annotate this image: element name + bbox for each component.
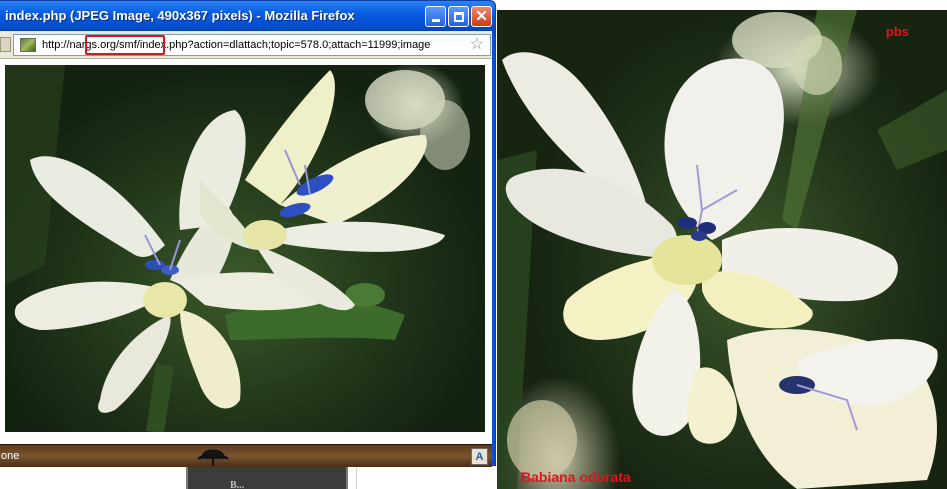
site-favicon-icon[interactable] xyxy=(20,38,36,52)
photo-caption: Babiana odorata xyxy=(521,469,631,485)
underlying-page-strip: B... xyxy=(0,466,497,489)
bookmark-star-icon[interactable]: ☆ xyxy=(470,36,484,54)
address-bar[interactable]: http://nargs.org/smf/index.php?action=dl… xyxy=(13,34,491,56)
flower-closeup-illustration xyxy=(497,10,947,489)
underlying-dark-panel: B... xyxy=(186,466,348,489)
minimize-icon xyxy=(431,19,440,22)
status-bar: one A xyxy=(0,444,492,467)
browser-content xyxy=(0,59,492,444)
navigation-toolbar: http://nargs.org/smf/index.php?action=dl… xyxy=(0,31,492,59)
window-titlebar[interactable]: index.php (JPEG Image, 490x367 pixels) -… xyxy=(0,1,495,31)
window-title: index.php (JPEG Image, 490x367 pixels) -… xyxy=(5,8,355,23)
status-text: one xyxy=(1,450,20,462)
url-annotation-box xyxy=(85,35,165,55)
underlying-partial-text: B... xyxy=(230,480,245,489)
firefox-window: index.php (JPEG Image, 490x367 pixels) -… xyxy=(0,0,496,467)
close-icon: ✕ xyxy=(475,8,488,25)
minimize-button[interactable] xyxy=(425,6,446,27)
flower-photo-closeup: pbs xyxy=(497,10,947,489)
jpeg-image[interactable] xyxy=(5,65,485,432)
underlying-right-panel xyxy=(356,466,497,489)
maximize-icon xyxy=(453,11,464,22)
tree-silhouette-icon xyxy=(197,449,229,466)
toolbar-overflow-button[interactable] xyxy=(0,37,11,52)
flower-image-illustration xyxy=(5,65,470,432)
maximize-button[interactable] xyxy=(448,6,469,27)
status-security-icon[interactable]: A xyxy=(471,448,488,465)
close-button[interactable]: ✕ xyxy=(471,6,492,27)
photo-watermark: pbs xyxy=(885,24,909,39)
